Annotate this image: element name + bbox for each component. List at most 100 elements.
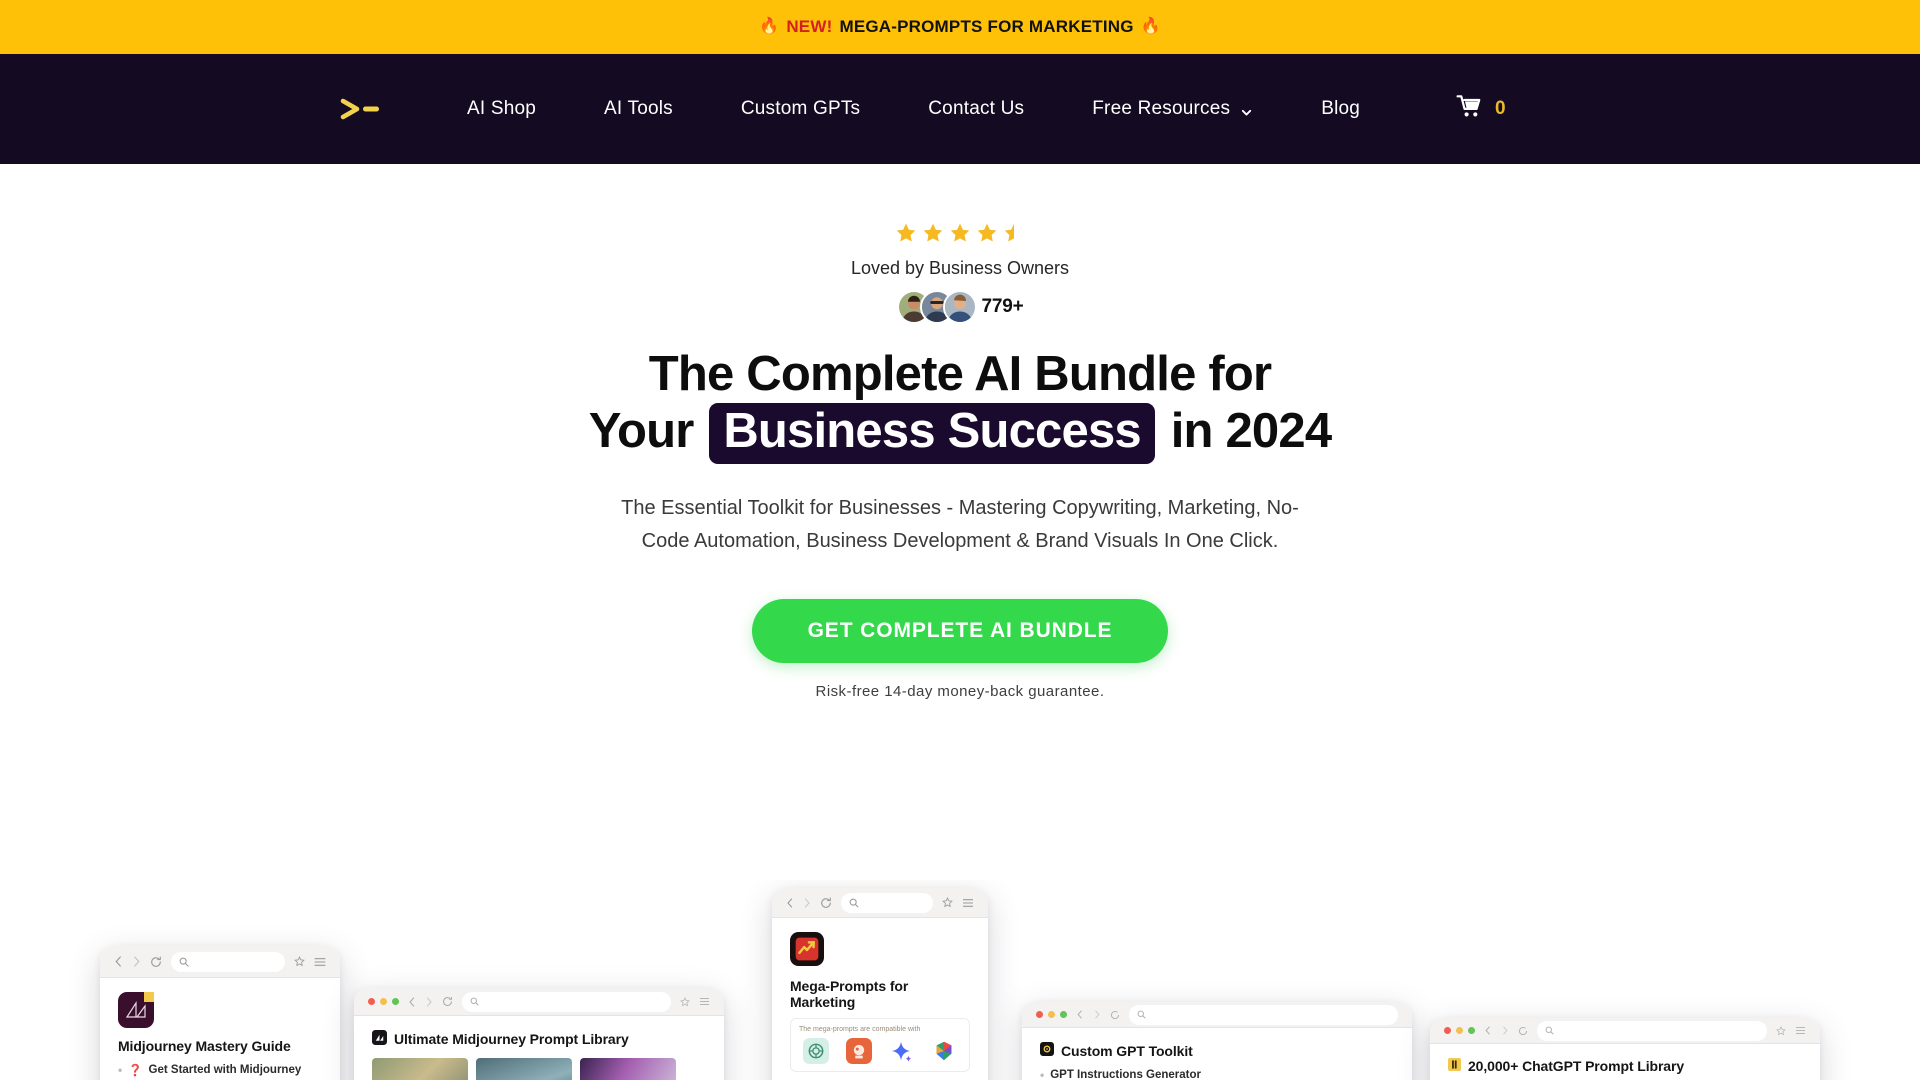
nav-label: Contact Us [928, 98, 1025, 119]
address-bar[interactable] [462, 991, 671, 1012]
card-bullet: • GPT Instructions Generator [1040, 1068, 1394, 1080]
chatgpt-icon [802, 1038, 829, 1064]
card-body: Mega-Prompts for Marketing The mega-prom… [772, 918, 988, 1080]
get-complete-ai-bundle-button[interactable]: GET COMPLETE AI BUNDLE [751, 599, 1169, 664]
thumbnail [476, 1058, 572, 1080]
reload-icon[interactable] [150, 955, 162, 968]
address-bar[interactable] [171, 951, 285, 972]
card-title-row: 20,000+ ChatGPT Prompt Library [1448, 1058, 1802, 1074]
reload-icon[interactable] [1518, 1026, 1528, 1036]
star-icon-1 [895, 222, 917, 249]
bullet-dot-icon: • [118, 1063, 123, 1077]
address-bar[interactable] [1537, 1020, 1767, 1041]
shopping-cart-icon [1456, 94, 1483, 124]
hero-subheading: The Essential Toolkit for Businesses - M… [621, 497, 1299, 552]
forward-icon[interactable] [803, 897, 811, 908]
nav-label: Blog [1321, 98, 1361, 119]
headline-suffix: in 2024 [1170, 404, 1332, 459]
preview-card-midjourney-mastery-guide[interactable]: Midjourney Mastery Guide • ❓ Get Started… [100, 946, 340, 1080]
reload-icon[interactable] [442, 996, 453, 1007]
announcement-text: 🔥 NEW! MEGA-PROMPTS FOR MARKETING 🔥 [759, 17, 1161, 37]
close-dot-icon[interactable] [368, 998, 375, 1005]
preview-card-custom-gpt-toolkit[interactable]: Custom GPT Toolkit • GPT Instructions Ge… [1022, 1002, 1412, 1080]
forward-icon[interactable] [132, 956, 141, 967]
bookmark-star-icon[interactable] [294, 956, 305, 967]
minimize-dot-icon[interactable] [1048, 1011, 1055, 1018]
bookmark-star-icon[interactable] [942, 897, 953, 908]
headline-line-1: The Complete AI Bundle for [648, 347, 1272, 401]
menu-icon[interactable] [1795, 1026, 1806, 1035]
cart-count-badge: 0 [1495, 98, 1506, 119]
reload-icon[interactable] [820, 896, 832, 909]
bullet-label: GPT Instructions Generator [1050, 1069, 1202, 1080]
back-icon[interactable] [786, 897, 794, 908]
preview-card-chatgpt-prompt-library[interactable]: 20,000+ ChatGPT Prompt Library 🗂 🗂 🗂 🗂 [1430, 1018, 1820, 1080]
card-body: Ultimate Midjourney Prompt Library [354, 1016, 724, 1080]
forward-icon[interactable] [425, 996, 433, 1007]
star-icon-4 [976, 222, 998, 249]
claude-icon [845, 1038, 872, 1064]
card-title: Mega-Prompts for Marketing [790, 978, 909, 1010]
close-dot-icon[interactable] [1444, 1027, 1451, 1034]
preview-card-ultimate-midjourney-prompt-library[interactable]: Ultimate Midjourney Prompt Library [354, 988, 724, 1080]
thumbnail [372, 1058, 468, 1080]
preview-card-mega-prompts-for-marketing[interactable]: Mega-Prompts for Marketing The mega-prom… [772, 888, 988, 1080]
back-icon[interactable] [114, 956, 123, 967]
announcement-new-label: NEW! [786, 17, 833, 36]
menu-icon[interactable] [962, 898, 974, 908]
search-icon [470, 997, 479, 1006]
back-icon[interactable] [1076, 1010, 1084, 1019]
maximize-dot-icon[interactable] [392, 998, 399, 1005]
prompt-arrow-logo[interactable] [335, 94, 387, 124]
back-icon[interactable] [408, 996, 416, 1007]
address-bar[interactable] [841, 892, 933, 913]
headline-line-2: Your Business Success in 2024 [0, 403, 1920, 465]
browser-toolbar [100, 946, 340, 978]
social-proof: 779+ [0, 290, 1920, 324]
announcement-bar: 🔥 NEW! MEGA-PROMPTS FOR MARKETING 🔥 [0, 0, 1920, 54]
nav-item-ai-shop[interactable]: AI Shop [433, 98, 570, 120]
thumbnail-row [372, 1058, 706, 1080]
forward-icon[interactable] [1501, 1026, 1509, 1035]
menu-icon[interactable] [699, 997, 710, 1006]
close-dot-icon[interactable] [1036, 1011, 1043, 1018]
loved-by-text: Loved by Business Owners [850, 258, 1070, 278]
nav-item-free-resources[interactable]: Free Resources [1058, 98, 1287, 120]
back-icon[interactable] [1484, 1026, 1492, 1035]
headline-prefix: Your [588, 404, 695, 459]
avatar-group [896, 290, 977, 324]
cart-button[interactable]: 0 [1456, 94, 1506, 124]
chevron-down-icon [1240, 103, 1253, 116]
card-body: Midjourney Mastery Guide • ❓ Get Started… [100, 978, 340, 1080]
card-title-row: Custom GPT Toolkit [1040, 1042, 1394, 1059]
forward-icon[interactable] [1093, 1010, 1101, 1019]
question-icon: ❓ [128, 1065, 143, 1077]
main-navigation: AI Shop AI Tools Custom GPTs Contact Us … [0, 54, 1920, 164]
card-title: Midjourney Mastery Guide [118, 1038, 291, 1054]
minimize-dot-icon[interactable] [380, 998, 387, 1005]
window-traffic-lights [1444, 1027, 1475, 1034]
headline-highlight: Business Success [709, 403, 1155, 465]
reload-icon[interactable] [1110, 1010, 1120, 1020]
menu-icon[interactable] [314, 957, 326, 967]
card-bullet: • ❓ Get Started with Midjourney [118, 1063, 322, 1077]
maximize-dot-icon[interactable] [1060, 1011, 1067, 1018]
page-title: The Complete AI Bundle for Your Business… [0, 346, 1920, 465]
avatar [942, 290, 977, 324]
minimize-dot-icon[interactable] [1456, 1027, 1463, 1034]
card-title: Custom GPT Toolkit [1061, 1042, 1193, 1059]
card-body: Custom GPT Toolkit • GPT Instructions Ge… [1022, 1028, 1412, 1080]
maximize-dot-icon[interactable] [1468, 1027, 1475, 1034]
nav-item-blog[interactable]: Blog [1287, 98, 1394, 120]
gpt-gear-icon [1040, 1042, 1054, 1059]
star-icon-half-5 [1003, 222, 1025, 249]
nav-item-contact-us[interactable]: Contact Us [894, 98, 1058, 120]
copilot-icon [931, 1038, 958, 1064]
bookmark-star-icon[interactable] [680, 996, 690, 1007]
fire-icon-left: 🔥 [759, 18, 780, 35]
midjourney-badge-icon [372, 1030, 387, 1048]
address-bar[interactable] [1129, 1004, 1398, 1025]
bookmark-star-icon[interactable] [1776, 1025, 1786, 1036]
nav-item-ai-tools[interactable]: AI Tools [570, 98, 707, 120]
nav-item-custom-gpts[interactable]: Custom GPTs [707, 98, 894, 120]
